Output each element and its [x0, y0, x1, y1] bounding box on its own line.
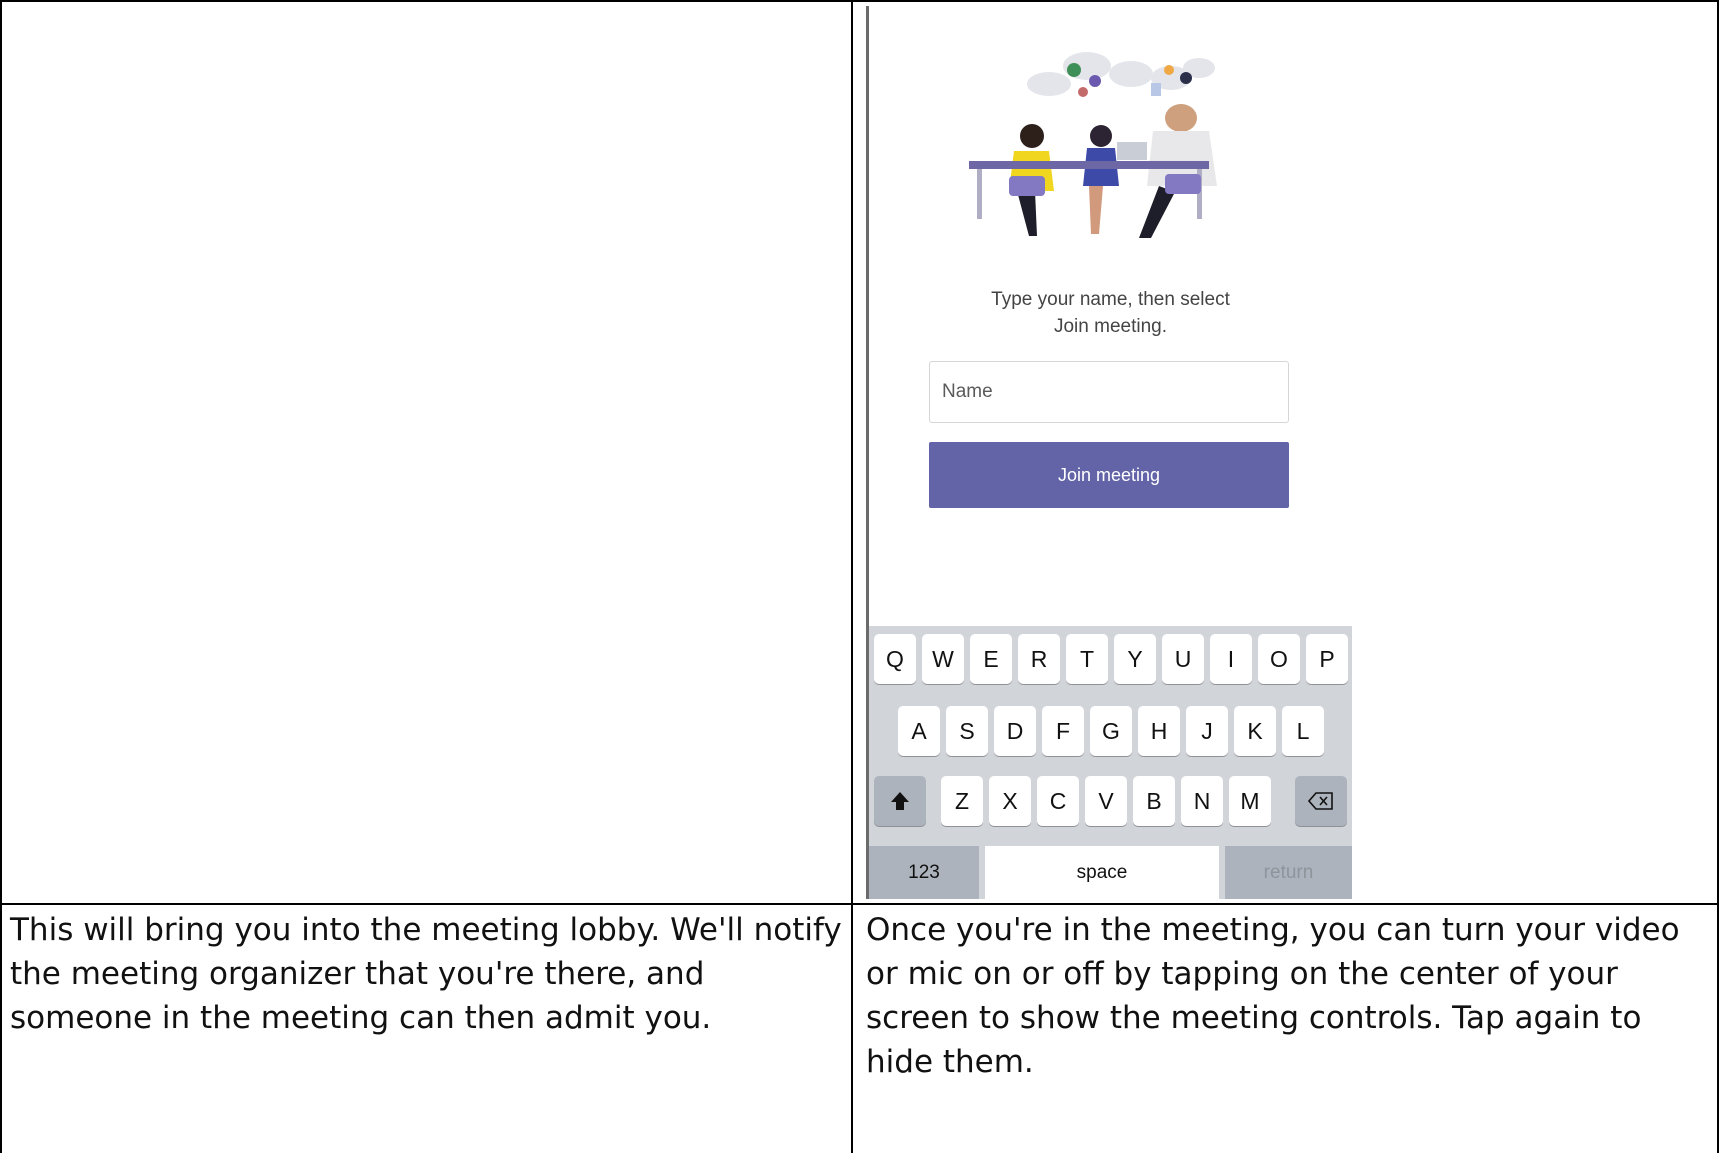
key-q[interactable]: Q: [874, 634, 916, 684]
avatar-dot: [1067, 63, 1081, 77]
prompt-line-1: Type your name, then select: [991, 289, 1230, 310]
person-legs: [1089, 186, 1103, 234]
table-column-divider: [851, 0, 853, 1153]
key-m[interactable]: M: [1229, 776, 1271, 826]
onscreen-keyboard: QWERTYUIOP ASDFGHJKL ZXCVBNM 123 space r…: [869, 626, 1352, 899]
chair: [1165, 174, 1201, 194]
speech-bubble: [1027, 72, 1071, 96]
return-key[interactable]: return: [1225, 846, 1352, 899]
avatar-dot: [1078, 87, 1088, 97]
table-leg: [977, 169, 982, 219]
key-e[interactable]: E: [970, 634, 1012, 684]
key-c[interactable]: C: [1037, 776, 1079, 826]
person-head: [1090, 125, 1112, 147]
key-s[interactable]: S: [946, 706, 988, 756]
bottom-left-cell-text: This will bring you into the meeting lob…: [10, 912, 842, 1036]
key-u[interactable]: U: [1162, 634, 1204, 684]
avatar-dot: [1164, 65, 1174, 75]
key-b[interactable]: B: [1133, 776, 1175, 826]
key-w[interactable]: W: [922, 634, 964, 684]
shift-key[interactable]: [874, 776, 926, 826]
prompt-line-2: Join meeting.: [1053, 316, 1167, 337]
key-d[interactable]: D: [994, 706, 1036, 756]
keyboard-row-3: ZXCVBNM: [869, 776, 1352, 826]
avatar-dot: [1180, 72, 1192, 84]
key-i[interactable]: I: [1210, 634, 1252, 684]
table: [969, 161, 1209, 169]
join-meeting-button[interactable]: Join meeting: [929, 442, 1289, 508]
key-x[interactable]: X: [989, 776, 1031, 826]
key-z[interactable]: Z: [941, 776, 983, 826]
delete-key[interactable]: [1295, 776, 1347, 826]
key-j[interactable]: J: [1186, 706, 1228, 756]
shift-arrow-icon: [891, 792, 909, 810]
keyboard-row-4: 123 space return: [869, 846, 1352, 899]
table-row-divider: [0, 903, 1719, 905]
person-legs: [1017, 191, 1037, 236]
person-head: [1165, 104, 1197, 132]
meeting-illustration: [969, 52, 1217, 238]
key-y[interactable]: Y: [1114, 634, 1156, 684]
numbers-key[interactable]: 123: [869, 846, 979, 899]
chair: [1009, 176, 1045, 196]
phone-screenshot: Type your name, then select Join meeting…: [866, 6, 1352, 899]
key-n[interactable]: N: [1181, 776, 1223, 826]
backspace-icon: [1308, 792, 1333, 810]
key-l[interactable]: L: [1282, 706, 1324, 756]
name-input[interactable]: [929, 361, 1289, 423]
doc-icon: [1151, 83, 1161, 96]
key-p[interactable]: P: [1306, 634, 1348, 684]
keyboard-row-1: QWERTYUIOP: [869, 634, 1352, 684]
bottom-right-cell-text: Once you're in the meeting, you can turn…: [866, 912, 1680, 1080]
key-g[interactable]: G: [1090, 706, 1132, 756]
key-h[interactable]: H: [1138, 706, 1180, 756]
table-border-top: [0, 0, 1719, 2]
key-a[interactable]: A: [898, 706, 940, 756]
key-o[interactable]: O: [1258, 634, 1300, 684]
person-head: [1020, 124, 1044, 148]
avatar-dot: [1089, 75, 1101, 87]
speech-bubble: [1109, 61, 1153, 87]
space-key[interactable]: space: [985, 846, 1219, 899]
key-t[interactable]: T: [1066, 634, 1108, 684]
join-prompt: Type your name, then select Join meeting…: [869, 286, 1352, 340]
key-v[interactable]: V: [1085, 776, 1127, 826]
keyboard-row-2: ASDFGHJKL: [869, 706, 1352, 756]
key-k[interactable]: K: [1234, 706, 1276, 756]
key-f[interactable]: F: [1042, 706, 1084, 756]
key-r[interactable]: R: [1018, 634, 1060, 684]
laptop-icon: [1117, 142, 1147, 160]
table-border-left: [0, 0, 2, 1153]
